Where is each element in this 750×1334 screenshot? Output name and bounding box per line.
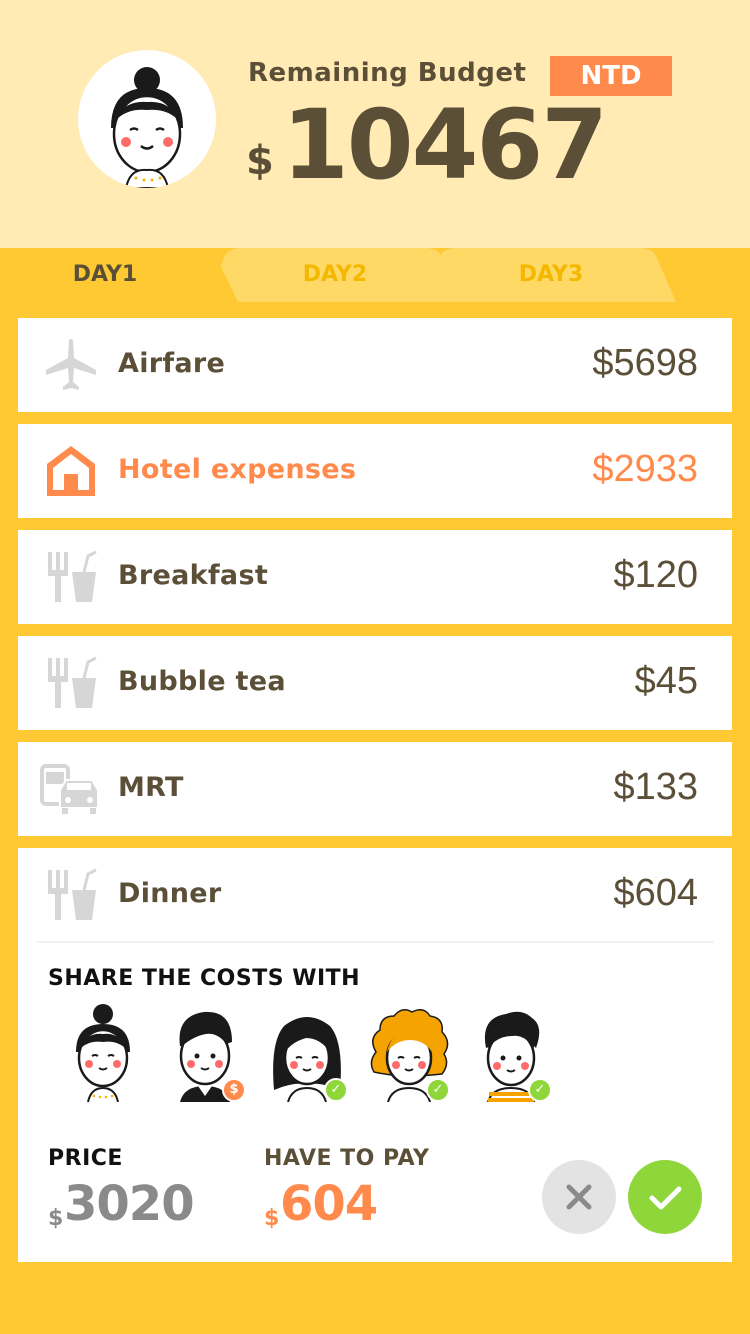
expense-row-breakfast[interactable]: Breakfast $120 xyxy=(18,530,732,624)
confirmed-badge: ✓ xyxy=(426,1078,450,1102)
share-person-4[interactable]: ✓ xyxy=(364,1002,454,1103)
food-drink-icon xyxy=(48,550,97,602)
expense-label: Airfare xyxy=(118,348,226,379)
remaining-budget-label: Remaining Budget xyxy=(248,58,527,88)
expense-detail-card-dinner: Dinner $604 SHARE THE COSTS WITH $ ✓ ✓ ✓… xyxy=(18,848,732,1262)
check-icon xyxy=(649,1186,682,1210)
cancel-button[interactable] xyxy=(542,1160,616,1234)
paid-badge: $ xyxy=(222,1078,246,1102)
share-person-3[interactable]: ✓ xyxy=(262,1002,352,1103)
food-drink-icon xyxy=(48,868,97,920)
expense-label: Breakfast xyxy=(118,560,269,591)
expense-amount: $133 xyxy=(613,766,698,808)
tab-day1[interactable]: DAY1 xyxy=(40,262,170,287)
price-label: PRICE xyxy=(48,1146,123,1171)
share-costs-title: SHARE THE COSTS WITH xyxy=(48,966,361,991)
pay-value: 604 xyxy=(280,1176,378,1232)
expense-amount: $120 xyxy=(613,554,698,596)
close-icon xyxy=(566,1184,592,1210)
expense-row-bubble-tea[interactable]: Bubble tea $45 xyxy=(18,636,732,730)
expense-label[interactable]: Dinner xyxy=(118,878,222,909)
price-value: 3020 xyxy=(64,1176,195,1232)
expense-row-mrt[interactable]: MRT $133 xyxy=(18,742,732,836)
budget-dollar-sign: $ xyxy=(246,138,274,184)
food-drink-icon xyxy=(48,656,97,708)
remaining-budget-amount: 10467 xyxy=(282,89,608,201)
expense-label: Hotel expenses xyxy=(118,454,357,485)
share-person-1[interactable] xyxy=(58,1002,148,1103)
expense-label: Bubble tea xyxy=(118,666,286,697)
expense-row-airfare[interactable]: Airfare $5698 xyxy=(18,318,732,412)
airplane-icon xyxy=(46,339,96,390)
day-tabs: DAY1 DAY2 DAY3 xyxy=(0,248,750,302)
confirm-button[interactable] xyxy=(628,1160,702,1234)
budget-header: Remaining Budget NTD $ 10467 xyxy=(0,0,750,248)
avatar-bun-woman-icon xyxy=(76,1004,130,1103)
divider xyxy=(36,941,714,943)
price-dollar-sign: $ xyxy=(48,1206,64,1231)
pay-dollar-sign: $ xyxy=(264,1206,280,1231)
expense-amount: $5698 xyxy=(592,342,698,384)
tab-day2[interactable]: DAY2 xyxy=(270,262,400,287)
share-person-5[interactable]: ✓ xyxy=(466,1002,556,1103)
house-icon xyxy=(47,446,95,496)
expense-row-hotel[interactable]: Hotel expenses $2933 xyxy=(18,424,732,518)
transport-icon xyxy=(40,764,99,814)
confirmed-badge: ✓ xyxy=(528,1078,552,1102)
user-avatar[interactable] xyxy=(78,50,216,188)
tab-day3[interactable]: DAY3 xyxy=(486,262,616,287)
have-to-pay-label: HAVE TO PAY xyxy=(264,1146,430,1171)
expense-label: MRT xyxy=(118,772,184,803)
expense-amount: $2933 xyxy=(592,448,698,490)
expense-amount: $45 xyxy=(634,660,698,702)
share-person-2[interactable]: $ xyxy=(160,1002,250,1102)
expense-amount: $604 xyxy=(613,872,698,914)
confirmed-badge: ✓ xyxy=(324,1078,348,1102)
